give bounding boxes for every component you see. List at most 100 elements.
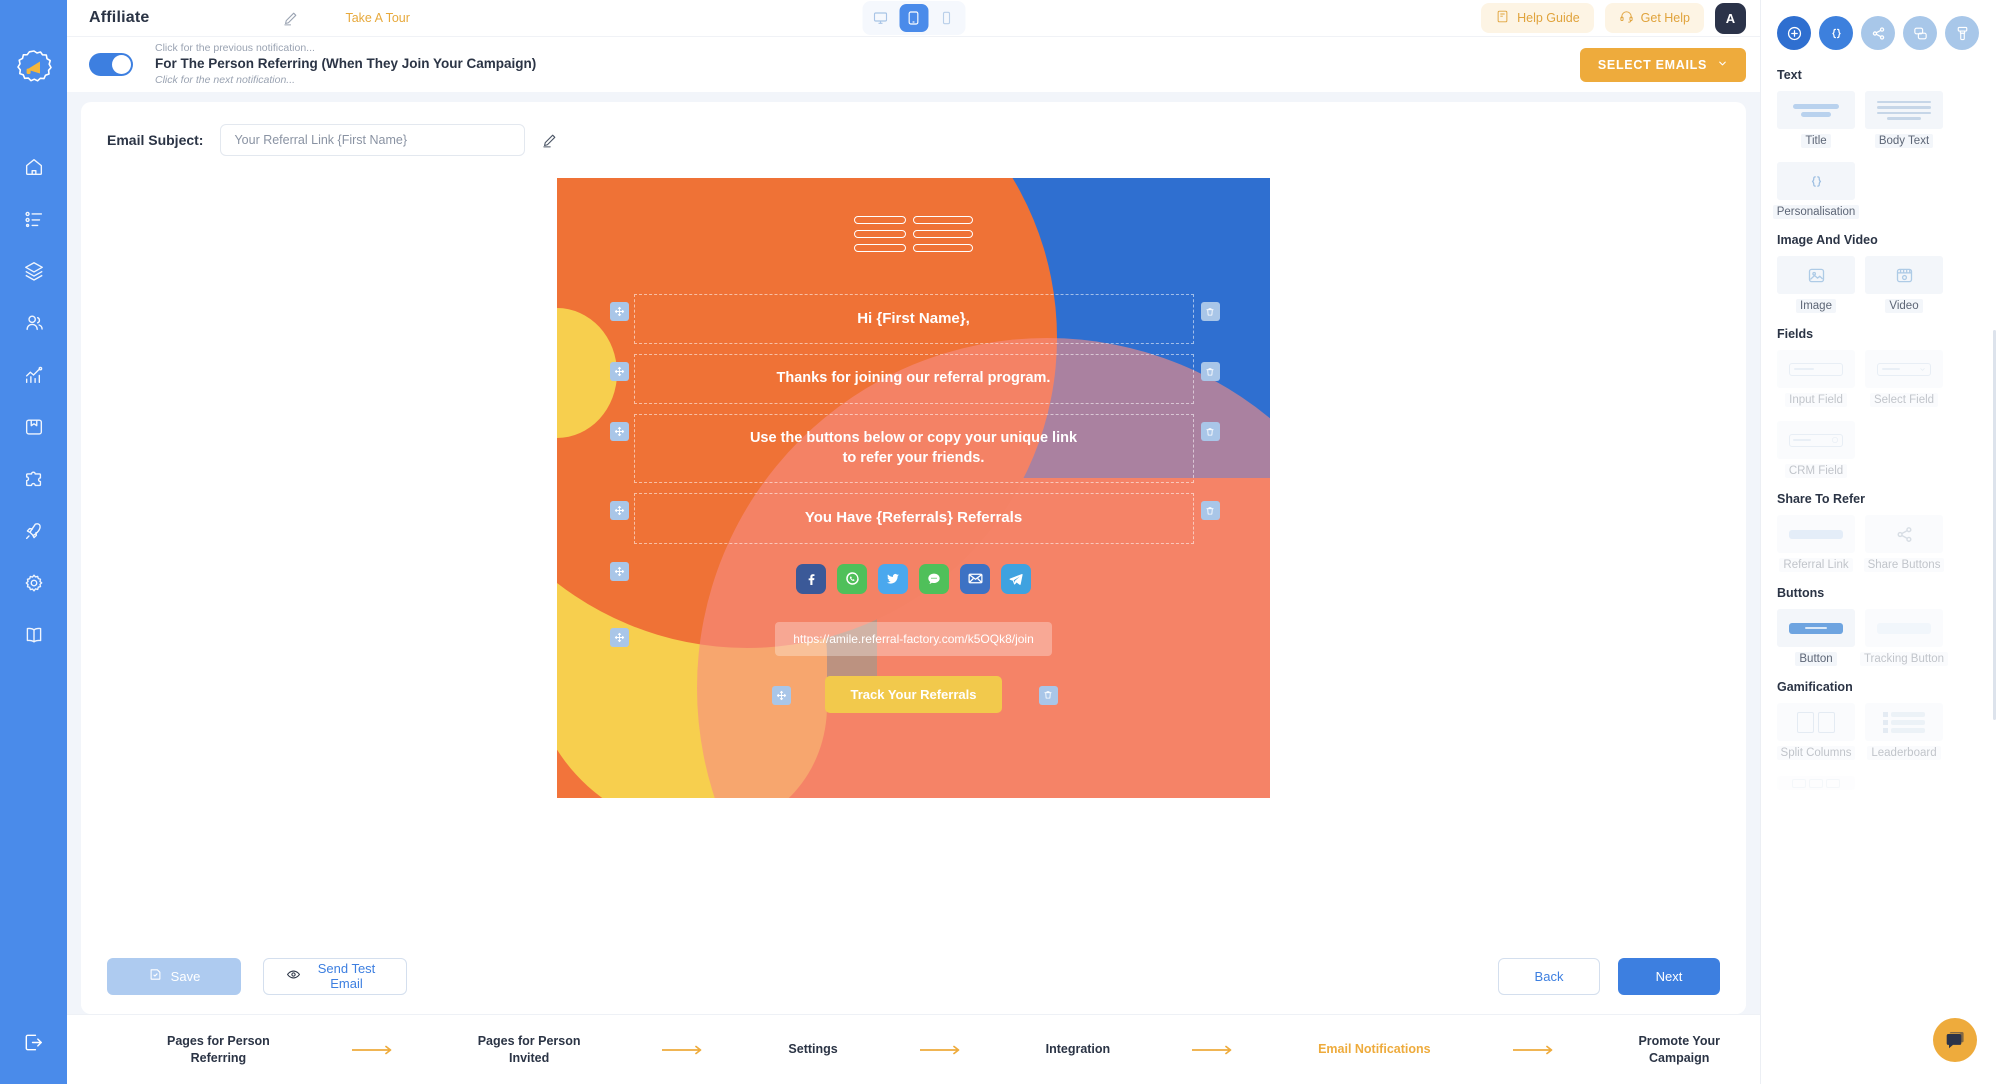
help-guide-button[interactable]: Help Guide [1481,3,1594,33]
email-block-share-buttons[interactable] [609,554,1194,604]
move-handle-icon[interactable] [771,685,791,705]
email-block-instructions[interactable]: Use the buttons below or copy your uniqu… [609,414,1220,484]
step-integration[interactable]: Integration [1046,1041,1111,1058]
mobile-icon[interactable] [932,4,961,32]
move-handle-icon[interactable] [609,422,629,442]
sms-icon[interactable] [919,563,949,594]
element-card-leaderboard[interactable]: Leaderboard [1865,703,1943,760]
email-block-cta[interactable]: Track Your Referrals [771,674,1058,715]
get-help-button[interactable]: Get Help [1604,3,1704,33]
save-button[interactable]: Save [107,957,241,995]
facebook-icon[interactable] [796,563,826,594]
element-card-referral-link[interactable]: Referral Link [1777,515,1855,572]
element-card-video[interactable]: Video [1865,256,1943,313]
step-pages-for-person-referring[interactable]: Pages for Person Referring [167,1033,270,1067]
editor-footer-actions: Save Send Test Email Back Next [81,938,1746,1014]
avatar[interactable]: A [1715,2,1746,34]
email-block-referral-count[interactable]: You Have {Referrals} Referrals [609,493,1220,544]
element-card-share-buttons[interactable]: Share Buttons [1863,515,1945,572]
element-card-select-field[interactable]: Select Field [1865,350,1943,407]
trash-icon[interactable] [1200,501,1220,521]
sidebar-item-integrations[interactable] [8,453,60,505]
move-handle-icon[interactable] [609,561,629,581]
element-card-crm-field[interactable]: CRM Field [1777,421,1855,478]
sidebar-item-campaigns[interactable] [8,193,60,245]
sidebar-item-settings[interactable] [8,557,60,609]
tablet-icon[interactable] [899,4,928,32]
previous-notification-link[interactable]: Click for the previous notification... [155,42,536,55]
subject-input[interactable] [220,124,526,156]
editor-card: Email Subject: Your Referral Link {First… [81,102,1746,1014]
duplicate-icon[interactable] [1903,16,1937,50]
add-element-icon[interactable] [1777,16,1811,50]
step-promote-your-campaign[interactable]: Promote Your Campaign [1638,1033,1720,1067]
button-icon [1777,609,1855,647]
trash-icon[interactable] [1200,362,1220,382]
element-label: Split Columns [1776,746,1856,760]
element-card-button[interactable]: Button [1777,609,1855,666]
element-card-title[interactable]: Title [1777,91,1855,148]
next-notification-link[interactable]: Click for the next notification... [155,74,536,87]
move-handle-icon[interactable] [609,501,629,521]
element-card-body-text[interactable]: Body Text [1865,91,1943,148]
save-icon [148,967,163,985]
element-card-personalisation[interactable]: Personalisation [1772,162,1860,219]
logout-icon[interactable] [0,1031,67,1054]
back-button[interactable]: Back [1498,957,1600,995]
notification-toggle[interactable] [89,53,133,76]
sidebar-item-users[interactable] [8,297,60,349]
whatsapp-icon[interactable] [837,563,867,594]
element-card-image[interactable]: Image [1777,256,1855,313]
megaphone-logo-icon[interactable] [11,45,57,91]
move-handle-icon[interactable] [609,362,629,382]
move-handle-icon[interactable] [609,627,629,647]
desktop-icon[interactable] [866,4,895,32]
step-pages-for-person-invited[interactable]: Pages for Person Invited [478,1033,581,1067]
next-button[interactable]: Next [1618,957,1720,995]
pencil-icon[interactable] [541,132,558,149]
personalisation-braces-icon[interactable] [1819,16,1853,50]
trash-icon[interactable] [1038,685,1058,705]
email-block-greeting[interactable]: Hi {First Name}, [609,294,1220,345]
element-card-input-field[interactable]: Input Field [1777,350,1855,407]
element-label: Video [1885,299,1923,313]
wizard-stepper: Pages for Person Referring Pages for Per… [67,1014,1760,1084]
sidebar-item-archive[interactable] [8,401,60,453]
element-label: Body Text [1874,134,1934,148]
referral-link-value[interactable]: https://amile.referral-factory.com/k5OQk… [775,621,1052,656]
element-card-tracking-button[interactable]: Tracking Button [1859,609,1949,666]
step-line-1: Email Notifications [1318,1042,1431,1057]
sidebar-item-analytics[interactable] [8,349,60,401]
email-block-intro[interactable]: Thanks for joining our referral program. [609,354,1220,405]
step-settings[interactable]: Settings [788,1041,837,1058]
step-email-notifications[interactable]: Email Notifications [1318,1041,1431,1058]
email-block-text: Hi {First Name}, [857,310,970,327]
sidebar-item-home[interactable] [8,141,60,193]
select-emails-button[interactable]: SELECT EMAILS [1579,47,1746,82]
trash-icon[interactable] [1200,422,1220,442]
element-card-split-columns[interactable]: Split Columns [1776,703,1856,760]
telegram-icon[interactable] [1001,563,1031,594]
chat-bubbles-icon[interactable] [1933,1018,1977,1062]
group-title-share-to-refer: Share To Refer [1777,492,1865,506]
track-referrals-button[interactable]: Track Your Referrals [824,675,1003,713]
element-card-partial[interactable] [1777,776,1855,790]
element-label: Referral Link [1779,558,1853,572]
email-block-referral-link[interactable]: https://amile.referral-factory.com/k5OQk… [609,614,1194,664]
move-handle-icon[interactable] [609,302,629,321]
split-columns-icon [1777,703,1855,741]
take-a-tour-link[interactable]: Take A Tour [345,11,409,25]
sidebar-item-launch[interactable] [8,505,60,557]
referral-link-icon [1777,515,1855,553]
twitter-icon[interactable] [878,563,908,594]
sidebar-item-templates[interactable] [8,245,60,297]
trash-icon[interactable] [1200,302,1220,321]
send-test-email-button[interactable]: Send Test Email [263,957,407,995]
share-icon[interactable] [1861,16,1895,50]
panel-scrollbar[interactable] [1993,330,1996,720]
paint-icon[interactable] [1945,16,1979,50]
pencil-icon[interactable] [279,7,301,29]
sidebar-item-docs[interactable] [8,609,60,661]
group-image-video-cards: Image Video [1777,256,1983,313]
email-icon[interactable] [960,563,990,594]
